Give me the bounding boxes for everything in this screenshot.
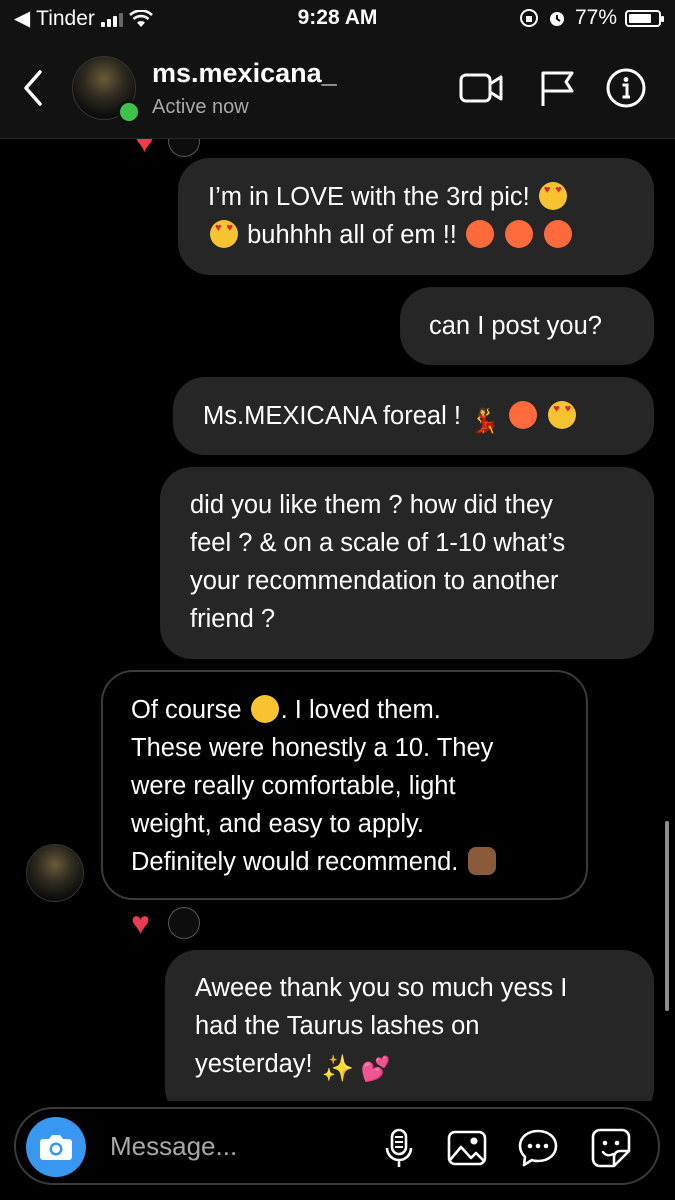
sticker-icon[interactable] bbox=[590, 1127, 632, 1169]
reaction-heart-icon: ♥ bbox=[135, 139, 154, 159]
message-text: weight, and easy to apply. bbox=[131, 810, 424, 838]
outgoing-message[interactable]: Aweee thank you so much yess I had the T… bbox=[165, 950, 654, 1101]
message-text: I’m in LOVE with the 3rd pic! bbox=[208, 183, 530, 211]
heart-eyes-emoji-icon bbox=[548, 401, 577, 429]
message-thread[interactable]: ♥ I’m in LOVE with the 3rd pic! buhhhh a… bbox=[0, 139, 675, 1101]
message-text: buhhhh all of em !! bbox=[247, 221, 457, 249]
sender-avatar[interactable] bbox=[26, 844, 84, 902]
camera-icon bbox=[40, 1135, 72, 1160]
incoming-message[interactable]: Of course . I loved them. These were hon… bbox=[101, 670, 588, 900]
reaction-heart-icon[interactable]: ♥ bbox=[131, 907, 150, 939]
hot-face-emoji-icon bbox=[509, 401, 538, 429]
active-status: Active now bbox=[152, 96, 249, 118]
camera-button[interactable] bbox=[26, 1117, 86, 1177]
orientation-lock-icon bbox=[519, 9, 538, 27]
reaction-avatar bbox=[168, 139, 200, 157]
contact-username[interactable]: ms.mexicana_ bbox=[152, 58, 337, 89]
status-bar: ◀ Tinder 9:28 AM 77% bbox=[0, 0, 675, 38]
reaction-avatar bbox=[168, 907, 200, 939]
alarm-icon bbox=[549, 12, 564, 26]
battery-percent: 77% bbox=[574, 6, 617, 29]
info-icon[interactable] bbox=[603, 68, 649, 108]
chat-options-icon[interactable] bbox=[517, 1127, 559, 1169]
outgoing-message[interactable]: did you like them ? how did they feel ? … bbox=[160, 467, 654, 659]
message-text: your recommendation to another bbox=[190, 567, 559, 595]
message-input[interactable]: Message... bbox=[110, 1131, 237, 1162]
heart-eyes-emoji-icon bbox=[538, 182, 567, 210]
video-call-icon[interactable] bbox=[458, 68, 504, 108]
message-text: feel ? & on a scale of 1-10 what’s bbox=[190, 529, 566, 557]
message-text: These were honestly a 10. They bbox=[131, 734, 494, 762]
message-text: Definitely would recommend. bbox=[131, 848, 459, 876]
outgoing-message[interactable]: I’m in LOVE with the 3rd pic! buhhhh all… bbox=[178, 158, 654, 275]
hot-face-emoji-icon bbox=[505, 220, 534, 248]
sparkles-emoji-icon: ✨ bbox=[321, 1053, 355, 1083]
scrollbar[interactable] bbox=[665, 821, 669, 1011]
hot-face-emoji-icon bbox=[544, 220, 573, 248]
message-text: can I post you? bbox=[429, 312, 602, 340]
raised-hands-emoji-icon bbox=[467, 847, 496, 875]
grinning-emoji-icon bbox=[250, 695, 279, 723]
message-text: had the Taurus lashes on bbox=[195, 1012, 480, 1040]
message-composer: Message... bbox=[14, 1107, 660, 1185]
heart-eyes-emoji-icon bbox=[210, 220, 238, 248]
message-text: Ms.MEXICANA foreal ! bbox=[203, 402, 461, 430]
report-flag-icon[interactable] bbox=[536, 68, 582, 108]
message-text: yesterday! bbox=[195, 1050, 313, 1078]
back-chevron-icon[interactable] bbox=[18, 68, 48, 108]
message-text: did you like them ? how did they bbox=[190, 491, 553, 519]
message-text: were really comfortable, light bbox=[131, 772, 456, 800]
online-indicator bbox=[117, 100, 141, 124]
two-hearts-emoji-icon: 💕 bbox=[360, 1056, 391, 1083]
gallery-icon[interactable] bbox=[446, 1127, 488, 1169]
message-text: Aweee thank you so much yess I bbox=[195, 974, 568, 1002]
message-text: Of course bbox=[131, 696, 242, 724]
dancer-emoji-icon: 💃 bbox=[470, 408, 500, 435]
battery-icon bbox=[625, 9, 664, 27]
outgoing-message[interactable]: can I post you? bbox=[400, 287, 654, 365]
hot-face-emoji-icon bbox=[466, 220, 494, 248]
microphone-icon[interactable] bbox=[378, 1127, 420, 1169]
message-text: friend ? bbox=[190, 605, 276, 633]
chat-header: ms.mexicana_ Active now bbox=[0, 38, 675, 139]
message-text: . I loved them. bbox=[280, 696, 441, 724]
outgoing-message[interactable]: Ms.MEXICANA foreal ! 💃 bbox=[173, 377, 654, 455]
